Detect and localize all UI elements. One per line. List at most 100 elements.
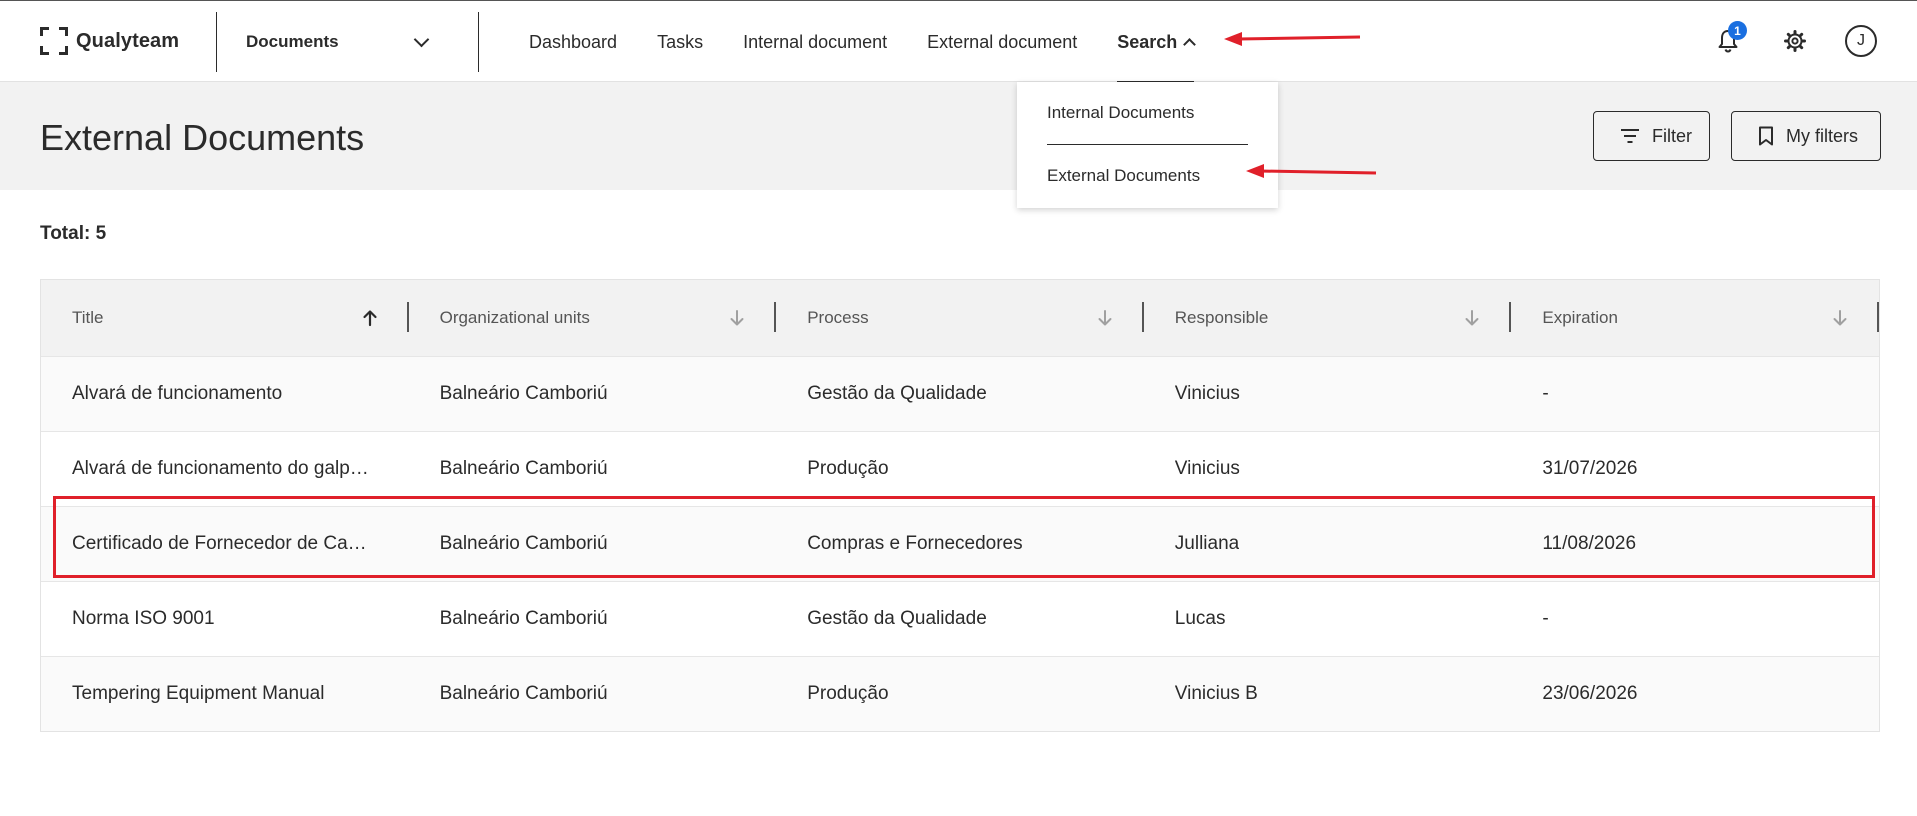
page-header: External Documents Filter My filters — [0, 82, 1917, 190]
cell-responsible: Lucas — [1144, 582, 1512, 656]
cell-expiration: - — [1511, 357, 1879, 431]
column-header-responsible[interactable]: Responsible — [1144, 280, 1512, 356]
cell-title: Alvará de funcionamento — [41, 357, 409, 431]
cell-text: - — [1542, 608, 1549, 629]
table-row[interactable]: Certificado de Fornecedor de Ca… Balneár… — [41, 506, 1879, 581]
cell-process: Produção — [776, 657, 1144, 731]
cell-organizational-unit: Balneário Camboriú — [409, 657, 777, 731]
nav-search-label: Search — [1117, 31, 1178, 52]
gear-icon — [1784, 30, 1806, 52]
module-selector-label: Documents — [246, 32, 339, 51]
column-header-label: Process — [807, 308, 869, 327]
menu-item-external-documents[interactable]: External Documents — [1047, 166, 1200, 186]
table-row[interactable]: Tempering Equipment Manual Balneário Cam… — [41, 656, 1879, 731]
user-initial: J — [1857, 32, 1865, 49]
table-row[interactable]: Norma ISO 9001 Balneário Camboriú Gestão… — [41, 581, 1879, 656]
nav-search[interactable]: Search — [1117, 1, 1197, 83]
column-header-expiration[interactable]: Expiration — [1511, 280, 1879, 356]
notification-count-badge: 1 — [1728, 21, 1747, 40]
documents-table: Title Organizational units Process Respo… — [40, 279, 1880, 732]
nav-dashboard[interactable]: Dashboard — [529, 1, 617, 83]
arrow-down-icon[interactable] — [1832, 309, 1848, 327]
table-row[interactable]: Alvará de funcionamento do galp… Balneár… — [41, 431, 1879, 506]
qualyteam-logo-icon — [40, 27, 68, 55]
brand-name: Qualyteam — [76, 29, 180, 52]
nav-internal-document[interactable]: Internal document — [743, 1, 887, 83]
cell-text: Alvará de funcionamento — [72, 383, 283, 404]
column-header-organizational-units[interactable]: Organizational units — [409, 280, 777, 356]
my-filters-button[interactable]: My filters — [1731, 111, 1881, 161]
cell-responsible: Vinicius — [1144, 357, 1512, 431]
table-body: Alvará de funcionamento Balneário Cambor… — [41, 356, 1879, 731]
cell-text: Balneário Camboriú — [439, 608, 608, 629]
cell-process: Gestão da Qualidade — [776, 582, 1144, 656]
nav-external-document[interactable]: External document — [927, 1, 1077, 83]
chevron-up-icon — [1183, 38, 1197, 51]
cell-responsible: Vinicius B — [1144, 657, 1512, 731]
module-selector[interactable]: Documents — [217, 1, 457, 83]
arrow-down-icon[interactable] — [1464, 309, 1480, 327]
cell-text: Balneário Camboriú — [439, 683, 608, 704]
total-count: Total: 5 — [40, 223, 107, 244]
settings-button[interactable] — [1779, 25, 1811, 57]
nav-tasks[interactable]: Tasks — [657, 1, 703, 83]
cell-text: Balneário Camboriú — [439, 533, 608, 554]
cell-text: Alvará de funcionamento do galp… — [72, 458, 369, 479]
search-dropdown-menu: Internal Documents External Documents — [1017, 82, 1278, 208]
filter-button[interactable]: Filter — [1593, 111, 1710, 161]
cell-organizational-unit: Balneário Camboriú — [409, 357, 777, 431]
cell-text: Norma ISO 9001 — [72, 608, 215, 629]
cell-text: Vinicius — [1174, 458, 1240, 479]
arrow-down-icon[interactable] — [1097, 309, 1113, 327]
bookmark-icon — [1758, 126, 1774, 146]
cell-responsible: Julliana — [1144, 507, 1512, 581]
filter-button-label: Filter — [1652, 125, 1692, 146]
chevron-down-icon — [413, 31, 430, 47]
cell-text: 23/06/2026 — [1542, 683, 1638, 704]
column-header-label: Responsible — [1174, 308, 1269, 327]
cell-text: Balneário Camboriú — [439, 383, 608, 404]
cell-text: Gestão da Qualidade — [807, 383, 987, 404]
arrow-up-icon[interactable] — [362, 309, 378, 327]
menu-item-internal-documents[interactable]: Internal Documents — [1047, 103, 1194, 123]
menu-divider — [1047, 144, 1248, 145]
cell-text: Tempering Equipment Manual — [72, 683, 325, 704]
cell-text: 11/08/2026 — [1542, 533, 1637, 554]
user-avatar[interactable]: J — [1845, 25, 1877, 57]
cell-organizational-unit: Balneário Camboriú — [409, 507, 777, 581]
cell-process: Gestão da Qualidade — [776, 357, 1144, 431]
table-row[interactable]: Alvará de funcionamento Balneário Cambor… — [41, 356, 1879, 431]
cell-organizational-unit: Balneário Camboriú — [409, 432, 777, 506]
table-header: Title Organizational units Process Respo… — [41, 280, 1879, 356]
brand-logo[interactable]: Qualyteam — [40, 26, 179, 56]
nav-internal-document-label: Internal document — [743, 31, 888, 52]
cell-expiration: 31/07/2026 — [1511, 432, 1879, 506]
column-header-label: Expiration — [1542, 308, 1618, 327]
cell-text: Produção — [807, 458, 889, 479]
filter-icon — [1620, 128, 1640, 144]
cell-process: Produção — [776, 432, 1144, 506]
cell-text: Lucas — [1174, 608, 1226, 629]
cell-expiration: 23/06/2026 — [1511, 657, 1879, 731]
arrow-down-icon[interactable] — [729, 309, 745, 327]
column-header-label: Organizational units — [439, 308, 590, 327]
cell-title: Tempering Equipment Manual — [41, 657, 409, 731]
divider — [478, 12, 479, 72]
cell-text: - — [1542, 383, 1549, 404]
column-header-process[interactable]: Process — [776, 280, 1144, 356]
cell-responsible: Vinicius — [1144, 432, 1512, 506]
cell-expiration: 11/08/2026 — [1511, 507, 1879, 581]
cell-text: Vinicius — [1174, 383, 1240, 404]
cell-title: Alvará de funcionamento do galp… — [41, 432, 409, 506]
cell-text: Produção — [807, 683, 889, 704]
cell-text: 31/07/2026 — [1542, 458, 1638, 479]
cell-text: Balneário Camboriú — [439, 458, 608, 479]
my-filters-button-label: My filters — [1786, 125, 1858, 146]
cell-text: Gestão da Qualidade — [807, 608, 987, 629]
column-header-title[interactable]: Title — [41, 280, 409, 356]
cell-organizational-unit: Balneário Camboriú — [409, 582, 777, 656]
cell-process: Compras e Fornecedores — [776, 507, 1144, 581]
column-resize-handle[interactable] — [1876, 302, 1879, 332]
notifications-button[interactable]: 1 — [1712, 21, 1747, 57]
top-navigation-bar: Qualyteam Documents Dashboard Tasks Inte… — [0, 0, 1917, 83]
